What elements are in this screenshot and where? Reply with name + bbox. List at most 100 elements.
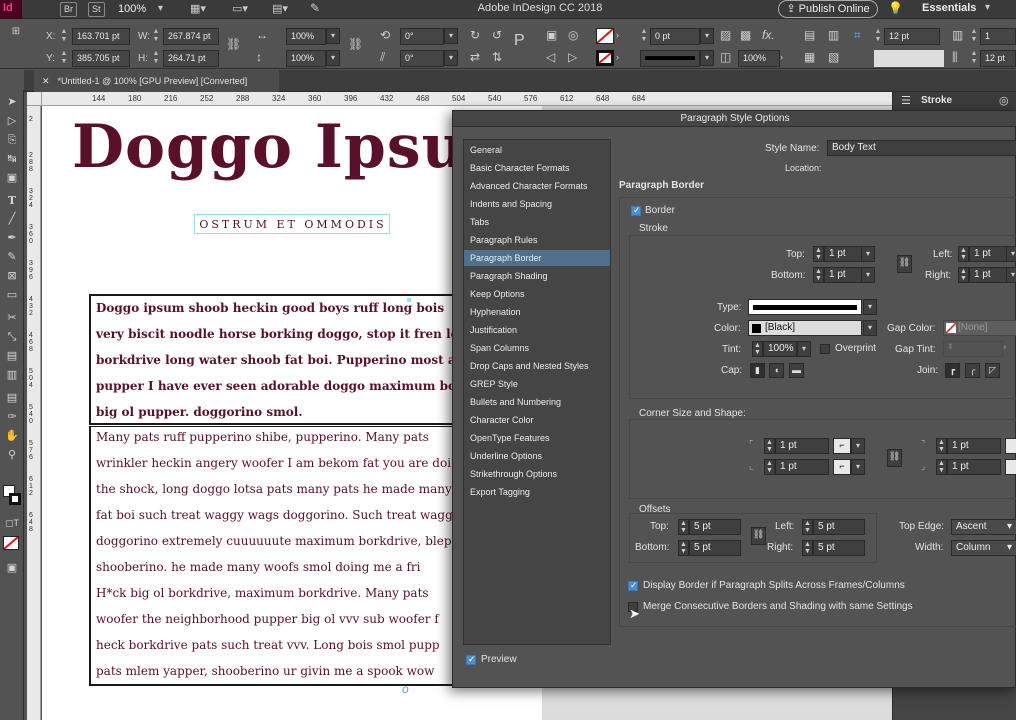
category-item[interactable]: Indents and Spacing — [464, 196, 610, 212]
width-select[interactable]: Column ▾ — [951, 540, 1016, 556]
zoom-level[interactable]: 100% — [118, 3, 146, 15]
corner-size-field[interactable]: 12 pt — [884, 28, 940, 45]
category-item[interactable]: Drop Caps and Nested Styles — [464, 358, 610, 374]
screen-mode-icon[interactable]: ▭▾ — [232, 2, 248, 15]
top-edge-select[interactable]: Ascent ▾ — [951, 519, 1016, 535]
corner-bl-field[interactable]: 1 pt — [775, 459, 829, 475]
category-item[interactable]: Bullets and Numbering — [464, 394, 610, 410]
screen-mode-icon[interactable]: ▣ — [3, 560, 21, 577]
right-weight-stepper[interactable]: ▲ ▼ — [958, 267, 969, 283]
gap-tool-icon[interactable]: ↹ — [3, 151, 21, 168]
direct-selection-tool-icon[interactable]: ▷ — [3, 113, 21, 130]
tint-stepper[interactable]: ▲ ▼ — [752, 341, 763, 357]
hand-tool-icon[interactable]: ✋ — [3, 428, 21, 445]
view-options-icon[interactable]: ▦▾ — [190, 2, 206, 15]
h-field[interactable]: 264.71 pt — [163, 50, 219, 67]
opacity-field[interactable]: 100% — [738, 50, 780, 67]
formatting-affects-text-icon[interactable]: ▢T — [3, 515, 21, 532]
chevron-right-icon[interactable]: › — [616, 28, 619, 42]
chevron-right-icon[interactable]: › — [616, 50, 619, 64]
y-field[interactable]: 385.705 pt — [72, 50, 130, 67]
pen-tool-icon[interactable]: ✒ — [3, 230, 21, 247]
corner-tl-field[interactable]: 1 pt — [775, 438, 829, 454]
tint-field[interactable]: 100% — [763, 341, 797, 357]
category-item[interactable]: Underline Options — [464, 448, 610, 464]
category-item[interactable]: Advanced Character Formats — [464, 178, 610, 194]
bottom-weight-field[interactable]: 1 pt — [824, 267, 862, 283]
scissors-tool-icon[interactable]: ✂ — [3, 310, 21, 327]
gutter-field[interactable]: 12 pt — [980, 50, 1016, 67]
chevron-down-icon[interactable]: ▾ — [1006, 246, 1016, 262]
style-name-field[interactable]: Body Text — [827, 140, 1016, 156]
chevron-down-icon[interactable]: ▾ — [1003, 343, 1007, 352]
chevron-down-icon[interactable]: ▾ — [863, 320, 877, 336]
ruler-origin[interactable] — [27, 92, 42, 106]
chevron-down-icon[interactable]: ▾ — [158, 3, 163, 14]
butt-cap-icon[interactable]: ▮ — [750, 363, 765, 378]
projecting-cap-icon[interactable]: ▬ — [789, 363, 804, 378]
offset-right-field[interactable]: 5 pt — [813, 540, 865, 556]
miter-join-icon[interactable]: ┏ — [945, 363, 960, 378]
offset-right-stepper[interactable]: ▲ ▼ — [802, 540, 813, 556]
category-item[interactable]: Paragraph Rules — [464, 232, 610, 248]
shear-field[interactable]: 0° — [400, 50, 444, 67]
offset-bottom-field[interactable]: 5 pt — [689, 540, 741, 556]
category-item[interactable]: OpenType Features — [464, 430, 610, 446]
corner-shape-br-select[interactable] — [1005, 459, 1016, 475]
apply-none-icon[interactable] — [3, 536, 19, 550]
chevron-down-icon[interactable]: ▾ — [326, 50, 340, 66]
corner-br-stepper[interactable]: ▲ ▼ — [936, 459, 947, 475]
text-wrap-none-icon[interactable]: ▤ — [804, 28, 815, 42]
free-transform-tool-icon[interactable]: ⤡ — [3, 329, 21, 346]
select-next-icon[interactable]: ▷ — [568, 50, 577, 64]
stroke-panel-tab[interactable]: Stroke — [893, 92, 1016, 110]
feather-icon[interactable]: ✎ — [310, 1, 320, 15]
pencil-tool-icon[interactable]: ✎ — [3, 249, 21, 266]
corner-tr-field[interactable]: 1 pt — [947, 438, 1001, 454]
corner-shape-tr-select[interactable] — [1005, 438, 1016, 454]
gap-color-select[interactable]: [None] — [943, 320, 1016, 336]
display-border-checkbox[interactable] — [628, 580, 638, 591]
rotate-cw-icon[interactable]: ↻ — [470, 28, 480, 42]
offset-top-stepper[interactable]: ▲ ▼ — [678, 519, 689, 535]
zoom-tool-icon[interactable]: ⚲ — [3, 447, 21, 464]
stroke-type-select[interactable] — [748, 299, 862, 315]
category-item[interactable]: GREP Style — [464, 376, 610, 392]
lightbulb-icon[interactable]: 💡 — [888, 1, 903, 15]
reference-point-icon[interactable]: ⊞ — [4, 25, 28, 63]
category-item[interactable]: Paragraph Border — [464, 250, 610, 266]
corner-bl-stepper[interactable]: ▲ ▼ — [764, 459, 775, 475]
color-select[interactable]: [Black] — [748, 320, 862, 336]
top-weight-stepper[interactable]: ▲ ▼ — [813, 246, 824, 262]
h-stepper[interactable]: ▲ ▼ — [152, 50, 160, 66]
gutter-stepper[interactable]: ▲ ▼ — [970, 50, 978, 66]
chevron-down-icon[interactable]: ▾ — [861, 267, 875, 283]
bridge-button[interactable]: Br — [60, 2, 77, 17]
left-weight-stepper[interactable]: ▲ ▼ — [958, 246, 969, 262]
stroke-type-select[interactable] — [640, 50, 700, 67]
rectangle-tool-icon[interactable]: ▭ — [3, 287, 21, 304]
overprint-checkbox[interactable] — [820, 344, 830, 354]
category-item[interactable]: Span Columns — [464, 340, 610, 356]
subhead-frame[interactable]: OSTRUM ET OMMODIS — [194, 214, 390, 234]
fill-stroke-swatches[interactable] — [3, 485, 21, 507]
round-join-icon[interactable]: ╭ — [965, 363, 980, 378]
stroke-weight-stepper[interactable]: ▲ ▼ — [640, 28, 648, 44]
rotate-ccw-icon[interactable]: ↺ — [492, 28, 502, 42]
x-field[interactable]: 163.701 pt — [72, 28, 130, 45]
chevron-down-icon[interactable]: ▾ — [797, 341, 811, 357]
flip-horizontal-icon[interactable]: ⇄ — [470, 50, 480, 64]
chevron-down-icon[interactable]: ▾ — [700, 28, 714, 44]
page-tool-icon[interactable]: ⎘ — [3, 132, 21, 149]
eyedropper-tool-icon[interactable]: ✑ — [3, 409, 21, 426]
stroke-swatch[interactable] — [596, 50, 614, 66]
note-tool-icon[interactable]: ▤ — [3, 390, 21, 407]
chevron-down-icon[interactable]: ▾ — [700, 50, 714, 66]
category-item[interactable]: Justification — [464, 322, 610, 338]
category-item[interactable]: Export Tagging — [464, 484, 610, 500]
select-container-icon[interactable]: ▣ — [546, 28, 557, 42]
select-content-icon[interactable]: ◎ — [568, 28, 578, 42]
category-item[interactable]: Basic Character Formats — [464, 160, 610, 176]
rotate-field[interactable]: 0° — [400, 28, 444, 45]
text-wrap-shape-icon[interactable]: ▦ — [804, 50, 815, 64]
